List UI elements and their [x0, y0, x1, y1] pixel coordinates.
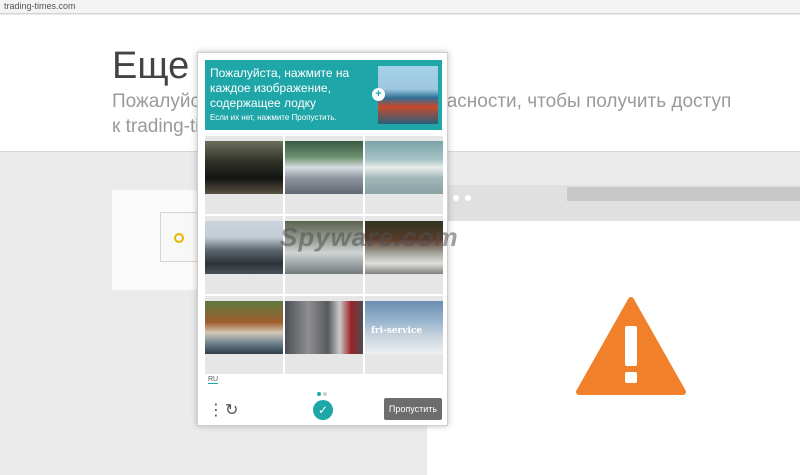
address-bar[interactable]: trading-times.com	[0, 0, 800, 14]
skip-button[interactable]: Пропустить	[384, 398, 442, 420]
tile-image	[205, 221, 283, 274]
subtitle-line1-tail: асности, чтобы получить доступ	[446, 91, 732, 112]
captcha-tile[interactable]	[285, 136, 363, 214]
tile-image	[205, 141, 283, 194]
browser-illustration-tab	[567, 187, 800, 201]
captcha-tile[interactable]	[365, 136, 443, 214]
browser-illustration-toolbar	[427, 185, 800, 221]
window-dot-icon	[465, 195, 471, 201]
hcaptcha-logo-icon[interactable]: ✓	[313, 400, 333, 420]
window-dot-icon	[453, 195, 459, 201]
watermark-text: Spyware.com	[280, 222, 459, 252]
url-text: trading-times.com	[4, 1, 76, 11]
more-vertical-icon[interactable]: ⋮	[208, 400, 224, 420]
tile-image	[285, 301, 363, 354]
tile-image	[365, 141, 443, 194]
refresh-icon[interactable]: ↻	[225, 400, 238, 420]
tile-label: fri-service	[371, 326, 423, 336]
language-selector[interactable]: RU	[208, 376, 219, 384]
page-dot-icon	[317, 392, 321, 396]
plus-icon: +	[372, 88, 385, 101]
tile-image	[205, 301, 283, 354]
page-dot-icon	[323, 392, 327, 396]
sample-image	[378, 66, 438, 124]
warning-icon	[576, 297, 686, 395]
captcha-instruction: Пожалуйста, нажмите на каждое изображени…	[210, 66, 350, 110]
captcha-tile[interactable]	[205, 136, 283, 214]
page-indicator	[317, 383, 329, 401]
captcha-tile[interactable]	[285, 296, 363, 374]
captcha-prompt: Пожалуйста, нажмите на каждое изображени…	[205, 60, 442, 130]
subtitle-line1: Пожалуйст	[112, 91, 209, 112]
captcha-hint: Если их нет, нажмите Пропустить.	[210, 113, 337, 122]
loading-spinner-icon	[174, 233, 184, 243]
captcha-tile[interactable]	[205, 216, 283, 294]
tile-image	[285, 141, 363, 194]
captcha-tile[interactable]: fri-service	[365, 296, 443, 374]
captcha-tile[interactable]	[205, 296, 283, 374]
